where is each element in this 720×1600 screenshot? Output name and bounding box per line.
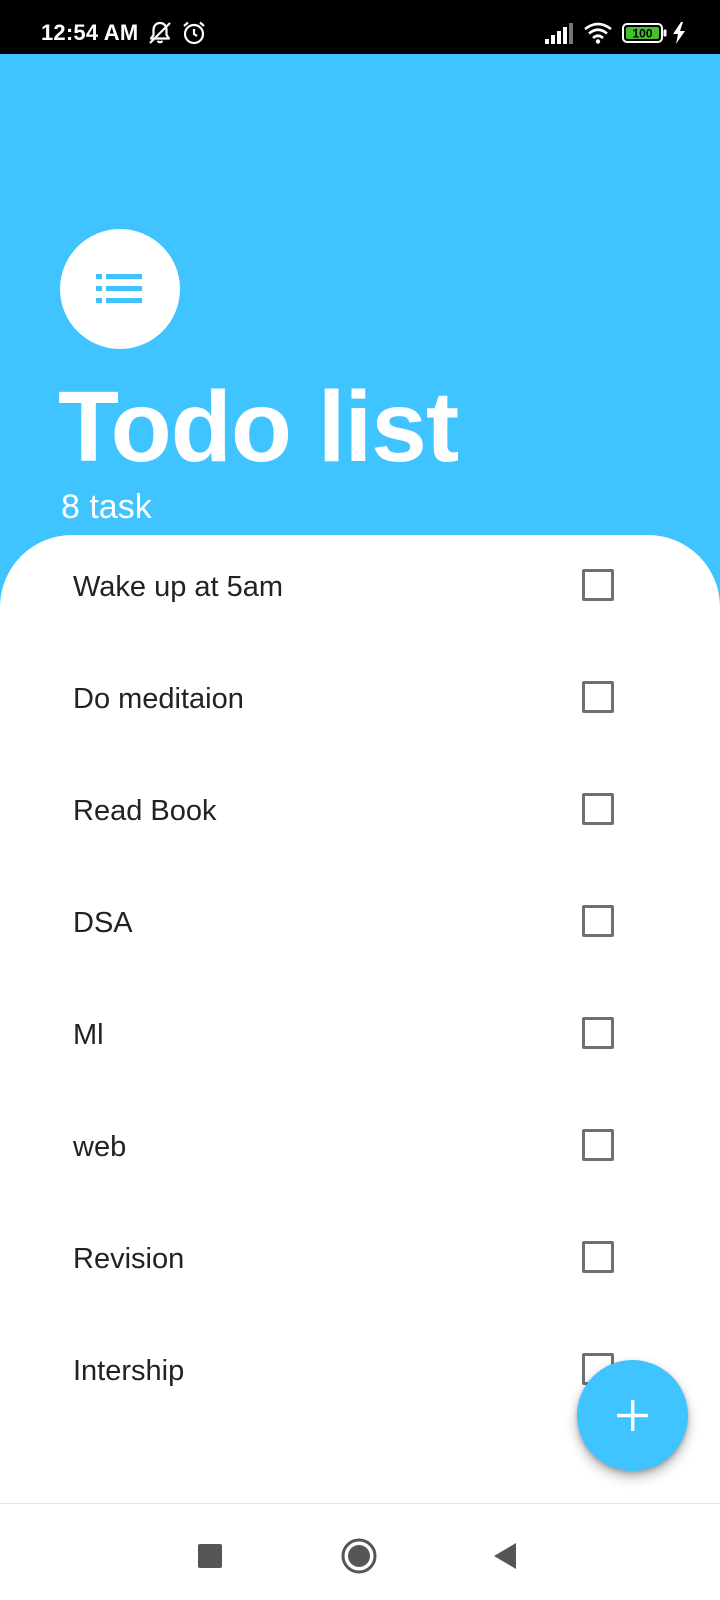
task-sheet: Wake up at 5am Do meditaion Read Book DS… <box>0 535 720 1505</box>
task-label: Read Book <box>73 795 217 827</box>
home-circle-icon[interactable] <box>339 1536 379 1576</box>
battery-icon: 100 <box>622 22 668 49</box>
task-label: Do meditaion <box>73 683 244 715</box>
charging-icon <box>672 22 686 49</box>
list-item[interactable]: Do meditaion <box>0 659 720 771</box>
list-item[interactable]: Read Book <box>0 771 720 883</box>
list-item[interactable]: web <box>0 1107 720 1219</box>
list-item[interactable]: DSA <box>0 883 720 995</box>
task-label: Intership <box>73 1355 185 1387</box>
status-time: 12:54 AM <box>41 20 139 45</box>
task-label: Ml <box>73 1019 104 1051</box>
task-checkbox[interactable] <box>582 681 614 713</box>
header: Todo list 8 task <box>0 54 720 614</box>
plus-icon <box>617 1400 648 1431</box>
task-label: Wake up at 5am <box>73 571 284 603</box>
page-title: Todo list <box>58 371 459 483</box>
alarm-icon <box>181 20 207 51</box>
add-task-button[interactable] <box>577 1360 688 1471</box>
header-avatar <box>60 229 180 349</box>
task-label: web <box>73 1131 127 1163</box>
task-checkbox[interactable] <box>582 1017 614 1049</box>
task-count: 8 task <box>61 488 152 526</box>
system-nav-bar <box>0 1503 720 1600</box>
task-label: DSA <box>73 907 133 939</box>
list-item[interactable]: Ml <box>0 995 720 1107</box>
list-item[interactable]: Wake up at 5am <box>0 547 720 659</box>
task-label: Revision <box>73 1243 185 1275</box>
task-checkbox[interactable] <box>582 1241 614 1273</box>
task-checkbox[interactable] <box>582 905 614 937</box>
signal-icon <box>545 22 573 49</box>
task-checkbox[interactable] <box>582 793 614 825</box>
wifi-icon <box>583 22 613 49</box>
mute-notifications-icon <box>147 20 173 51</box>
recents-square-icon[interactable] <box>190 1536 230 1576</box>
list-icon <box>96 274 142 303</box>
task-checkbox[interactable] <box>582 569 614 601</box>
task-checkbox[interactable] <box>582 1129 614 1161</box>
screen: 12:54 AM 100 Todo list 8 task Wake up at… <box>0 0 720 1600</box>
back-triangle-icon[interactable] <box>487 1536 527 1576</box>
status-bar: 12:54 AM 100 <box>0 0 720 54</box>
battery-level: 100 <box>632 27 652 41</box>
list-item[interactable]: Revision <box>0 1219 720 1331</box>
